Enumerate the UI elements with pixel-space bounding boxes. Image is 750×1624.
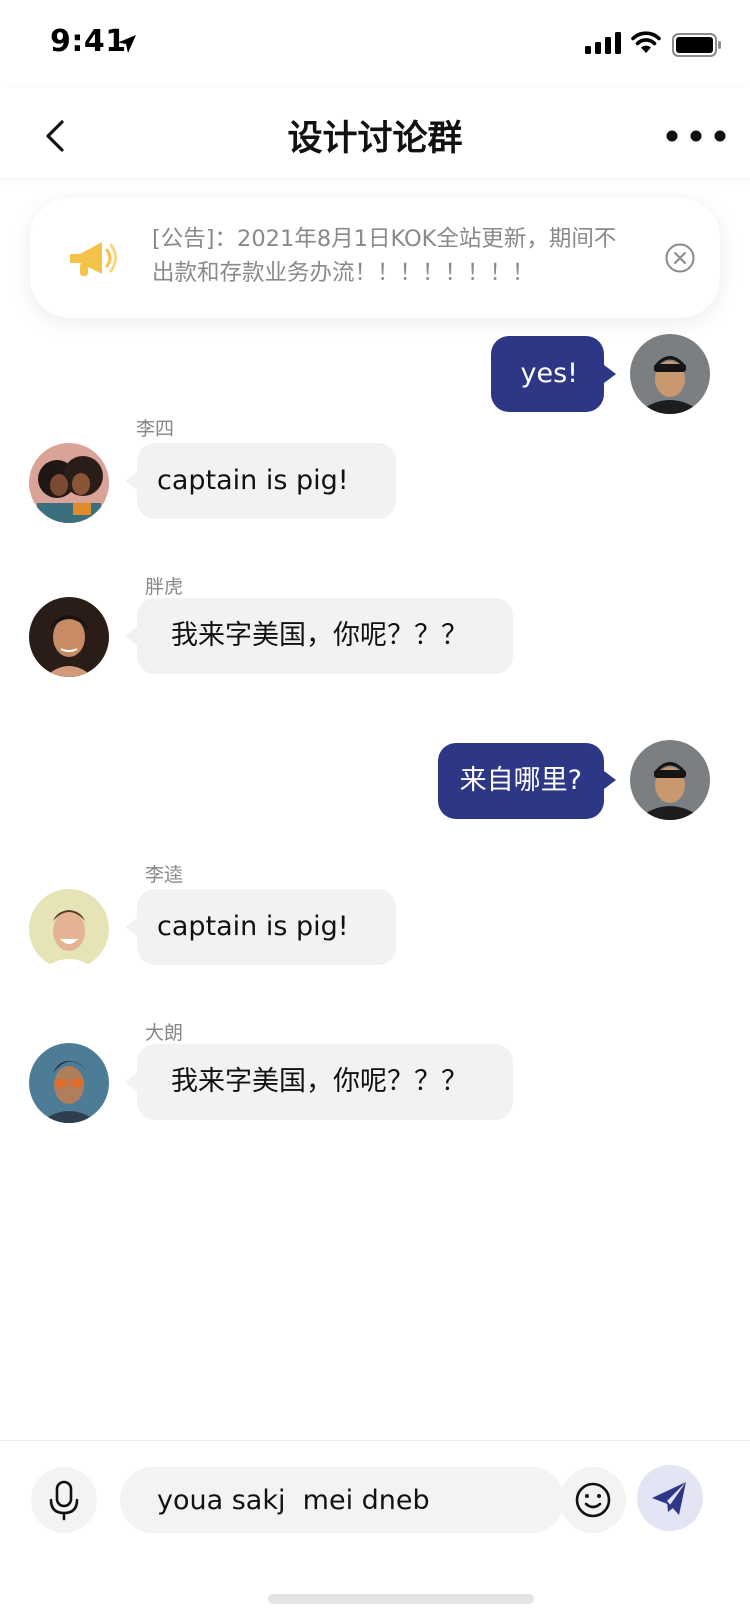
announcement-text: [公告]：2021年8月1日KOK全站更新，期间不出款和存款业务办流！！！！！！… [152,226,617,286]
avatar[interactable] [29,443,109,523]
bubble-tail [604,365,616,383]
sender-name: 李逵 [145,864,184,886]
avatar[interactable] [29,1043,109,1123]
sender-name: 胖虎 [145,576,184,598]
avatar[interactable] [630,740,710,820]
status-bar: 9:41 [0,0,750,88]
avatar[interactable] [630,334,710,414]
message-bubble-incoming[interactable]: captain is pig! [137,889,396,965]
smiley-icon [575,1482,611,1518]
emoji-button[interactable] [560,1467,626,1533]
bubble-tail [125,472,137,490]
message-input[interactable] [120,1467,564,1533]
sender-name: 李四 [136,418,175,440]
sender-name: 大朗 [145,1022,184,1044]
cellular-signal-icon [585,32,621,54]
bubble-tail [125,918,137,936]
voice-button[interactable] [31,1467,97,1533]
nav-bar: 设计讨论群 [0,88,750,178]
bubble-tail [604,771,616,789]
location-arrow-icon [118,35,136,53]
paper-plane-icon [652,1482,686,1515]
page-title: 设计讨论群 [287,119,463,159]
more-dots-icon[interactable] [664,124,744,148]
message-bubble-incoming[interactable]: 我来字美国，你呢？？？ [137,598,513,674]
message-bubble-outgoing[interactable]: 来自哪里? [437,743,604,819]
home-indicator [268,1594,534,1604]
megaphone-icon [70,242,117,276]
battery-icon [672,33,721,57]
bubble-tail [125,1073,137,1091]
message-bubble-incoming[interactable]: 我来字美国，你呢？？？ [137,1044,513,1120]
bubble-tail [125,627,137,645]
send-button[interactable] [637,1465,703,1531]
message-bubble-outgoing[interactable]: yes! [490,336,604,412]
microphone-icon [49,1480,79,1521]
avatar[interactable] [29,889,109,969]
message-bubble-incoming[interactable]: captain is pig! [137,443,396,519]
wifi-icon [631,31,661,53]
announcement-banner: [公告]：2021年8月1日KOK全站更新，期间不出款和存款业务办流！！！！！！… [30,198,720,318]
avatar[interactable] [29,597,109,677]
close-circle-icon[interactable] [664,242,696,274]
